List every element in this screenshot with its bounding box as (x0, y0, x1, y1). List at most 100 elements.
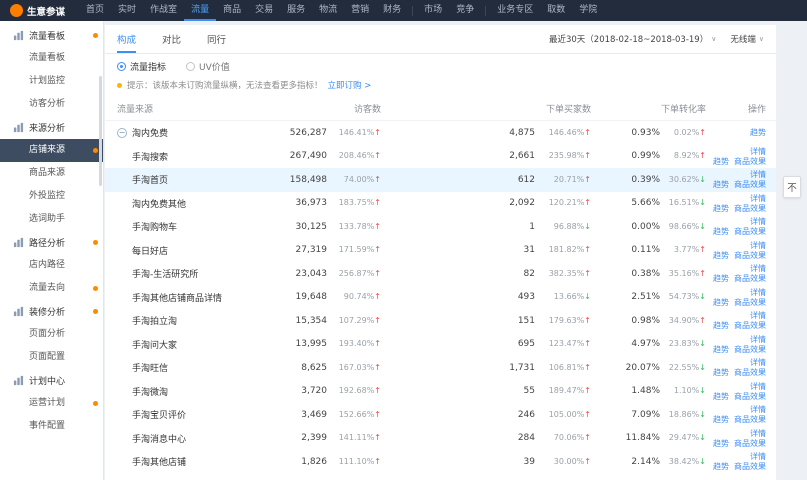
brand[interactable]: 生意参谋 (10, 4, 65, 18)
detail-link[interactable]: 详情 (750, 311, 766, 320)
detail-link[interactable]: 详情 (750, 194, 766, 203)
trend-link[interactable]: 趋势 (713, 227, 729, 236)
trend-link[interactable]: 趋势 (713, 415, 729, 424)
topnav-item-2[interactable]: 实时 (111, 0, 143, 21)
detail-link[interactable]: 详情 (750, 217, 766, 226)
table-row[interactable]: 淘内免费其他36,973183.75%↑2,092120.21%↑5.66%16… (105, 192, 776, 216)
detail-link[interactable]: 详情 (750, 382, 766, 391)
topnav-item-4[interactable]: 流量 (184, 0, 216, 21)
table-row[interactable]: 手淘搜索267,490208.46%↑2,661235.98%↑0.99%8.9… (105, 145, 776, 169)
table-row[interactable]: 手淘其他店铺商品详情19,64890.74%↑49313.66%↓2.51%54… (105, 286, 776, 310)
sidebar-item[interactable]: 外投监控 (0, 185, 103, 208)
product-effect-link[interactable]: 商品效果 (734, 415, 766, 424)
sidebar-item[interactable]: 事件配置 (0, 415, 103, 438)
sidebar-section-header-4[interactable]: 装修分析 (0, 300, 103, 323)
table-row[interactable]: 手淘-生活研究所23,043256.87%↑82382.35%↑0.38%35.… (105, 262, 776, 286)
date-range-dropdown[interactable]: 最近30天（2018-02-18~2018-03-19） ∨ (549, 33, 716, 45)
tab-1[interactable]: 构成 (117, 25, 136, 53)
topnav-item-11[interactable]: 市场 (417, 0, 449, 21)
tab-2[interactable]: 对比 (162, 25, 181, 53)
product-effect-link[interactable]: 商品效果 (734, 157, 766, 166)
sidebar-item[interactable]: 商品来源 (0, 162, 103, 185)
product-effect-link[interactable]: 商品效果 (734, 462, 766, 471)
detail-link[interactable]: 详情 (750, 335, 766, 344)
product-effect-link[interactable]: 商品效果 (734, 298, 766, 307)
table-row[interactable]: 手淘首页158,49874.00%↑61220.71%↑0.39%30.62%↓… (105, 168, 776, 192)
trend-link[interactable]: 趋势 (713, 157, 729, 166)
product-effect-link[interactable]: 商品效果 (734, 392, 766, 401)
detail-link[interactable]: 详情 (750, 264, 766, 273)
collapse-icon[interactable]: − (117, 128, 127, 138)
trend-link[interactable]: 趋势 (713, 251, 729, 260)
table-row[interactable]: 每日好店27,319171.59%↑31181.82%↑0.11%3.77%↑详… (105, 239, 776, 263)
sidebar-item[interactable]: 页面配置 (0, 346, 103, 369)
table-row[interactable]: 手淘消息中心2,399141.11%↑28470.06%↑11.84%29.47… (105, 427, 776, 451)
trend-link[interactable]: 趋势 (713, 180, 729, 189)
table-row[interactable]: 手淘购物车30,125133.78%↑196.88%↓0.00%98.66%↓详… (105, 215, 776, 239)
metric-option-1[interactable]: 流量指标 (117, 60, 166, 73)
sidebar-item[interactable]: 流量看板 (0, 47, 103, 70)
topnav-item-15[interactable]: 学院 (572, 0, 604, 21)
detail-link[interactable]: 详情 (750, 170, 766, 179)
sidebar-item[interactable]: 访客分析 (0, 93, 103, 116)
topnav-item-9[interactable]: 营销 (344, 0, 376, 21)
detail-link[interactable]: 详情 (750, 241, 766, 250)
detail-link[interactable]: 详情 (750, 405, 766, 414)
topnav-item-14[interactable]: 取数 (540, 0, 572, 21)
sidebar-item[interactable]: 页面分析 (0, 323, 103, 346)
product-effect-link[interactable]: 商品效果 (734, 251, 766, 260)
table-row[interactable]: 手淘宝贝评价3,469152.66%↑246105.00%↑7.09%18.86… (105, 403, 776, 427)
detail-link[interactable]: 详情 (750, 288, 766, 297)
sidebar-item[interactable]: 流量去向 (0, 277, 103, 300)
trend-link[interactable]: 趋势 (713, 462, 729, 471)
detail-link[interactable]: 详情 (750, 358, 766, 367)
product-effect-link[interactable]: 商品效果 (734, 368, 766, 377)
table-row[interactable]: 手淘问大家13,995193.40%↑695123.47%↑4.97%23.83… (105, 333, 776, 357)
subscribe-link[interactable]: 立即订购 > (328, 79, 372, 91)
sidebar-item[interactable]: 选词助手 (0, 208, 103, 231)
product-effect-link[interactable]: 商品效果 (734, 439, 766, 448)
product-effect-link[interactable]: 商品效果 (734, 321, 766, 330)
sidebar-item[interactable]: 店内路径 (0, 254, 103, 277)
detail-link[interactable]: 详情 (750, 429, 766, 438)
terminal-dropdown[interactable]: 无线端 ∨ (730, 33, 764, 45)
sidebar-section-header-1[interactable]: 流量看板 (0, 24, 103, 47)
detail-link[interactable]: 详情 (750, 147, 766, 156)
trend-link[interactable]: 趋势 (713, 321, 729, 330)
table-row[interactable]: 手淘旺信8,625167.03%↑1,731106.81%↑20.07%22.5… (105, 356, 776, 380)
sidebar-section-header-3[interactable]: 路径分析 (0, 231, 103, 254)
topnav-item-12[interactable]: 竞争 (449, 0, 481, 21)
table-row[interactable]: −淘内免费526,287146.41%↑4,875146.46%↑0.93%0.… (105, 121, 776, 145)
tab-3[interactable]: 同行 (207, 25, 226, 53)
trend-link[interactable]: 趋势 (713, 439, 729, 448)
topnav-item-3[interactable]: 作战室 (143, 0, 184, 21)
product-effect-link[interactable]: 商品效果 (734, 227, 766, 236)
product-effect-link[interactable]: 商品效果 (734, 180, 766, 189)
topnav-item-8[interactable]: 物流 (312, 0, 344, 21)
table-row[interactable]: 手淘其他店铺1,826111.10%↑3930.00%↑2.14%38.42%↓… (105, 450, 776, 474)
sidebar-item[interactable]: 店铺来源 (0, 139, 103, 162)
product-effect-link[interactable]: 商品效果 (734, 274, 766, 283)
sidebar-item[interactable]: 计划监控 (0, 70, 103, 93)
table-row[interactable]: 手淘拍立淘15,354107.29%↑151179.63%↑0.98%34.90… (105, 309, 776, 333)
trend-link[interactable]: 趋势 (713, 274, 729, 283)
trend-link[interactable]: 趋势 (713, 392, 729, 401)
detail-link[interactable]: 详情 (750, 452, 766, 461)
sidebar-section-header-5[interactable]: 计划中心 (0, 369, 103, 392)
topnav-item-1[interactable]: 首页 (79, 0, 111, 21)
topnav-item-7[interactable]: 服务 (280, 0, 312, 21)
topnav-item-5[interactable]: 商品 (216, 0, 248, 21)
trend-link[interactable]: 趋势 (713, 368, 729, 377)
sidebar-item[interactable]: 运营计划 (0, 392, 103, 415)
trend-link[interactable]: 趋势 (713, 204, 729, 213)
trend-link[interactable]: 趋势 (750, 128, 766, 137)
product-effect-link[interactable]: 商品效果 (734, 204, 766, 213)
trend-link[interactable]: 趋势 (713, 298, 729, 307)
table-row[interactable]: 手淘微淘3,720192.68%↑55189.47%↑1.48%1.10%↓详情… (105, 380, 776, 404)
sidebar-section-header-2[interactable]: 来源分析 (0, 116, 103, 139)
topnav-item-6[interactable]: 交易 (248, 0, 280, 21)
product-effect-link[interactable]: 商品效果 (734, 345, 766, 354)
topnav-item-13[interactable]: 业务专区 (490, 0, 540, 21)
sidebar-scrollbar[interactable] (99, 76, 102, 186)
topnav-item-10[interactable]: 财务 (376, 0, 408, 21)
